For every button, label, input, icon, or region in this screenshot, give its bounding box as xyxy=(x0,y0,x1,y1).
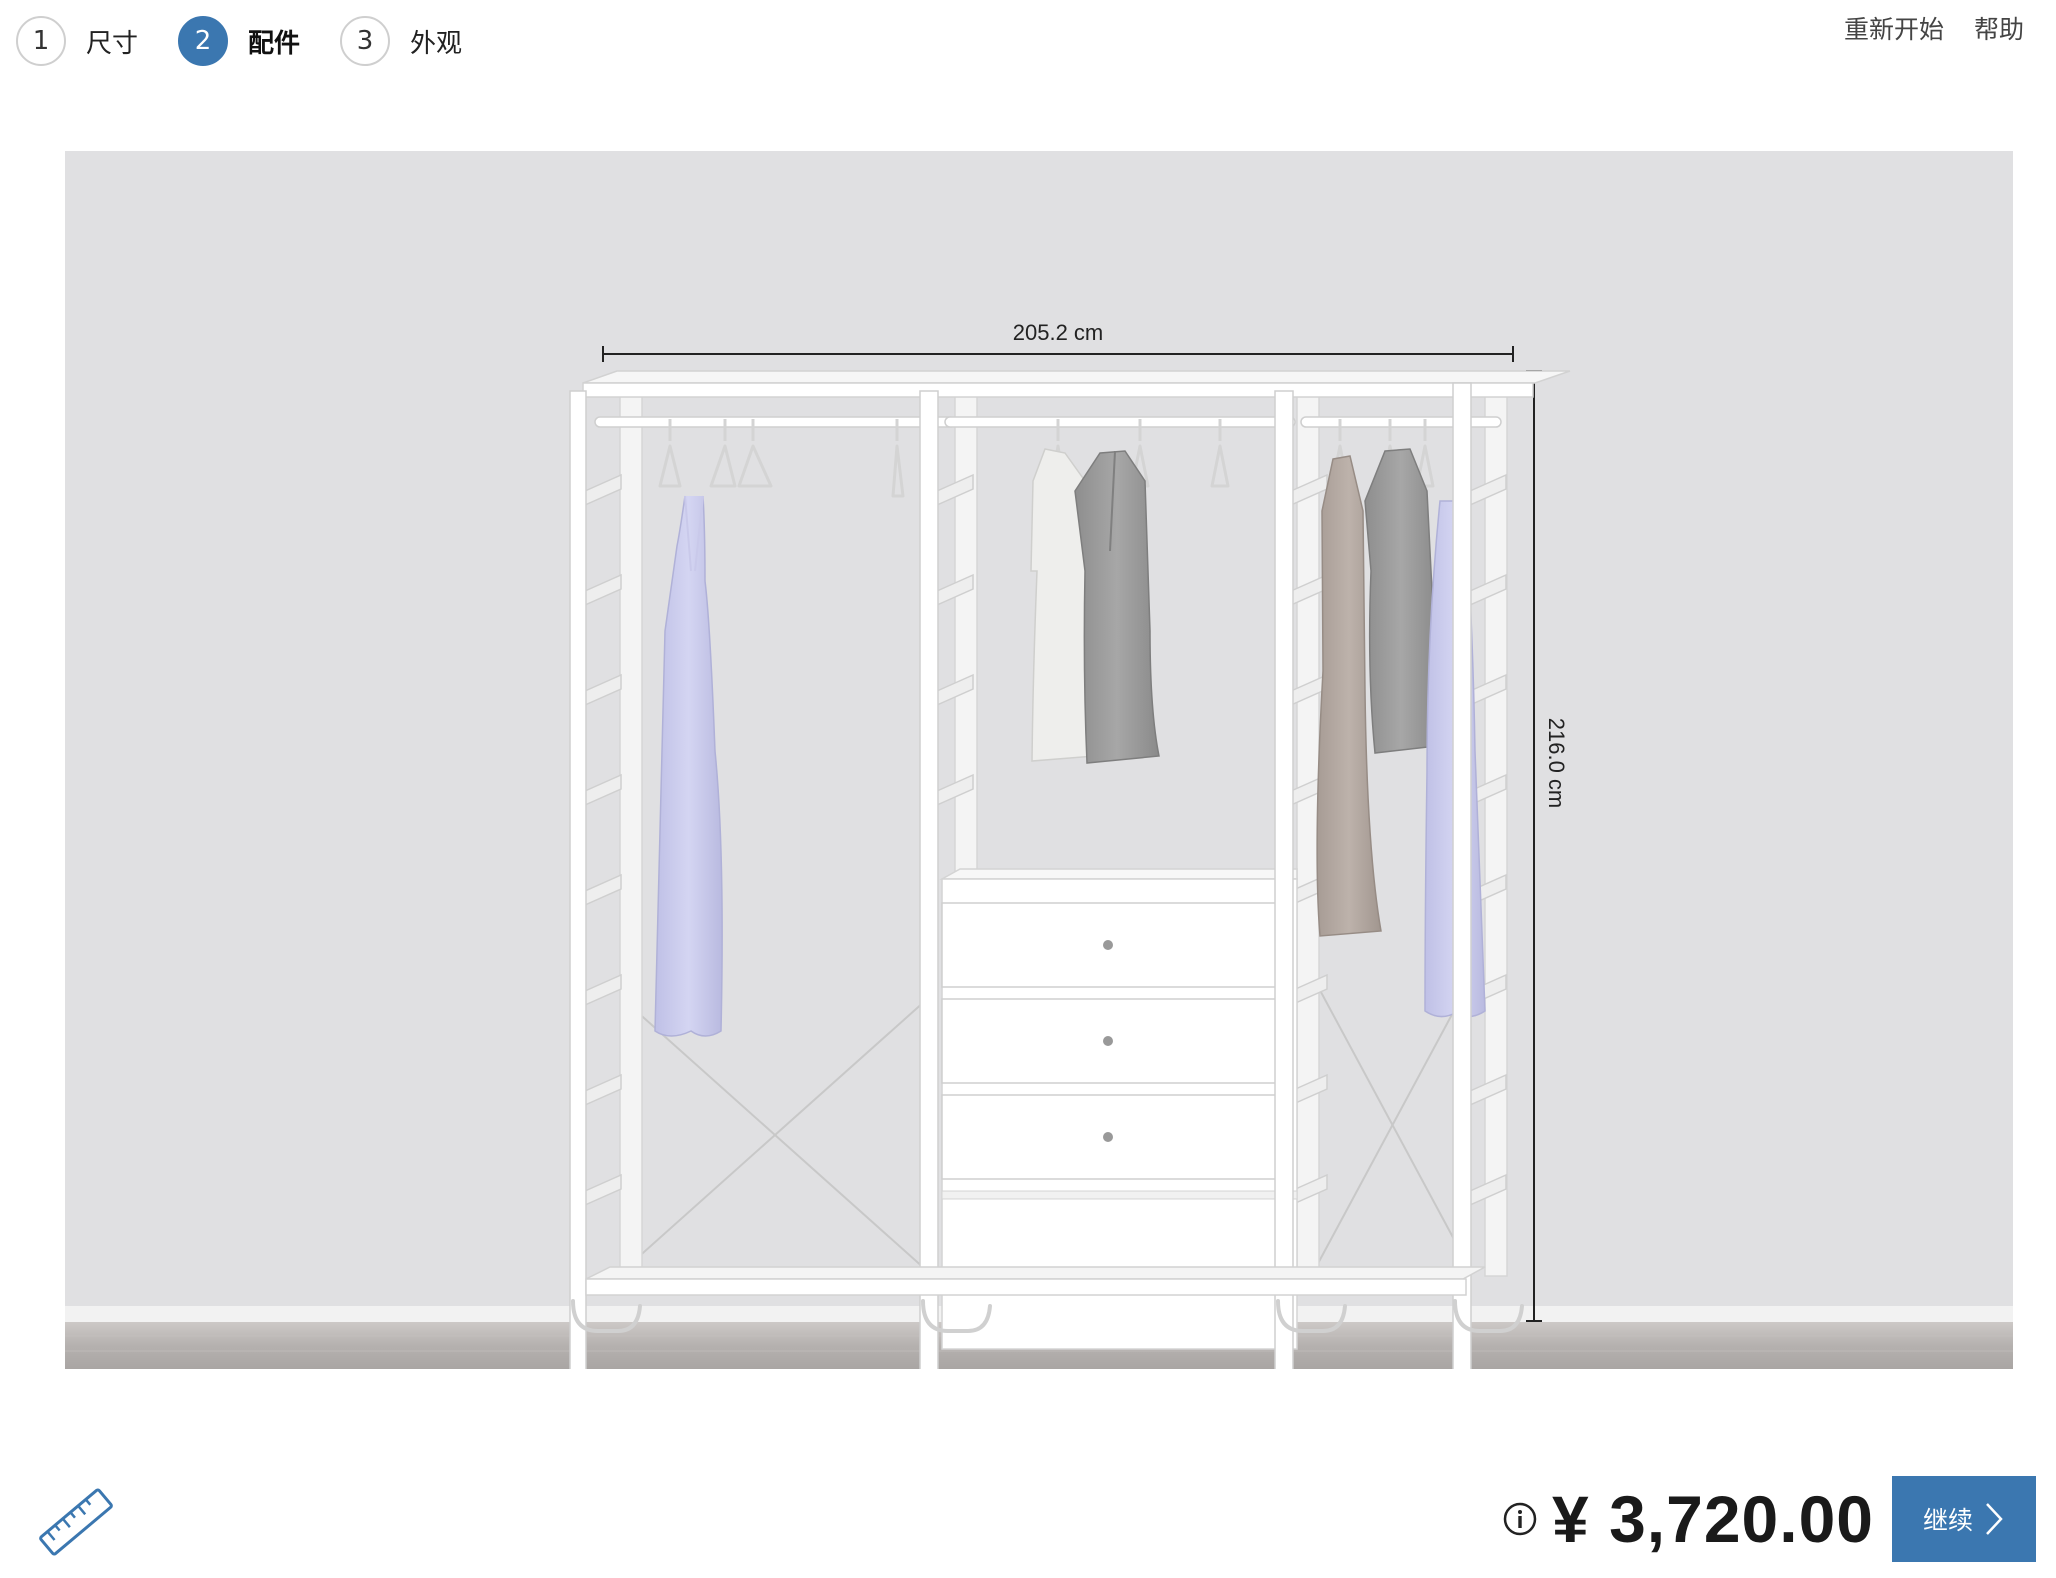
step-number: 1 xyxy=(16,16,66,66)
ruler-icon xyxy=(39,1488,113,1556)
drawer-knob xyxy=(1103,1036,1113,1046)
gray-jacket-right xyxy=(1364,448,1438,754)
height-dimension-label: 216.0 cm xyxy=(1544,718,1569,809)
price-area: ¥ 3,720.00 继续 xyxy=(1502,1476,2036,1562)
wardrobe-configurator: 1 尺寸 2 配件 3 外观 重新开始 帮助 205.2 cm 216.0 cm… xyxy=(0,0,2056,1578)
step-appearance[interactable]: 3 外观 xyxy=(340,16,462,66)
clothes-rail xyxy=(594,416,1502,428)
help-link[interactable]: 帮助 xyxy=(1974,10,2024,46)
info-icon[interactable] xyxy=(1502,1501,1538,1537)
continue-label: 继续 xyxy=(1922,1506,1973,1535)
top-actions: 重新开始 帮助 xyxy=(1814,10,2024,46)
step-navigation: 1 尺寸 2 配件 3 外观 xyxy=(16,16,502,66)
chevron-right-icon xyxy=(1986,1503,2003,1535)
wardrobe-viewer[interactable]: 205.2 cm 216.0 cm xyxy=(65,151,2013,1369)
continue-button[interactable]: 继续 xyxy=(1892,1476,2036,1562)
wardrobe-render: 205.2 cm 216.0 cm xyxy=(65,151,2013,1369)
width-dimension-label: 205.2 cm xyxy=(1013,320,1104,345)
top-shelf xyxy=(582,370,1571,398)
drawer-knob xyxy=(1103,1132,1113,1142)
ruler-toggle-button[interactable] xyxy=(36,1482,116,1562)
step-accessories[interactable]: 2 配件 xyxy=(178,16,300,66)
step-number: 2 xyxy=(178,16,229,66)
step-label: 尺寸 xyxy=(86,28,139,59)
step-label: 外观 xyxy=(410,28,463,59)
step-size[interactable]: 1 尺寸 xyxy=(16,16,138,66)
bottom-shelf xyxy=(585,1266,1486,1296)
drawer-knob xyxy=(1103,940,1113,950)
step-number: 3 xyxy=(340,16,391,66)
restart-link[interactable]: 重新开始 xyxy=(1844,10,1944,46)
total-price: ¥ 3,720.00 xyxy=(1552,1482,1874,1556)
step-label: 配件 xyxy=(248,28,301,59)
